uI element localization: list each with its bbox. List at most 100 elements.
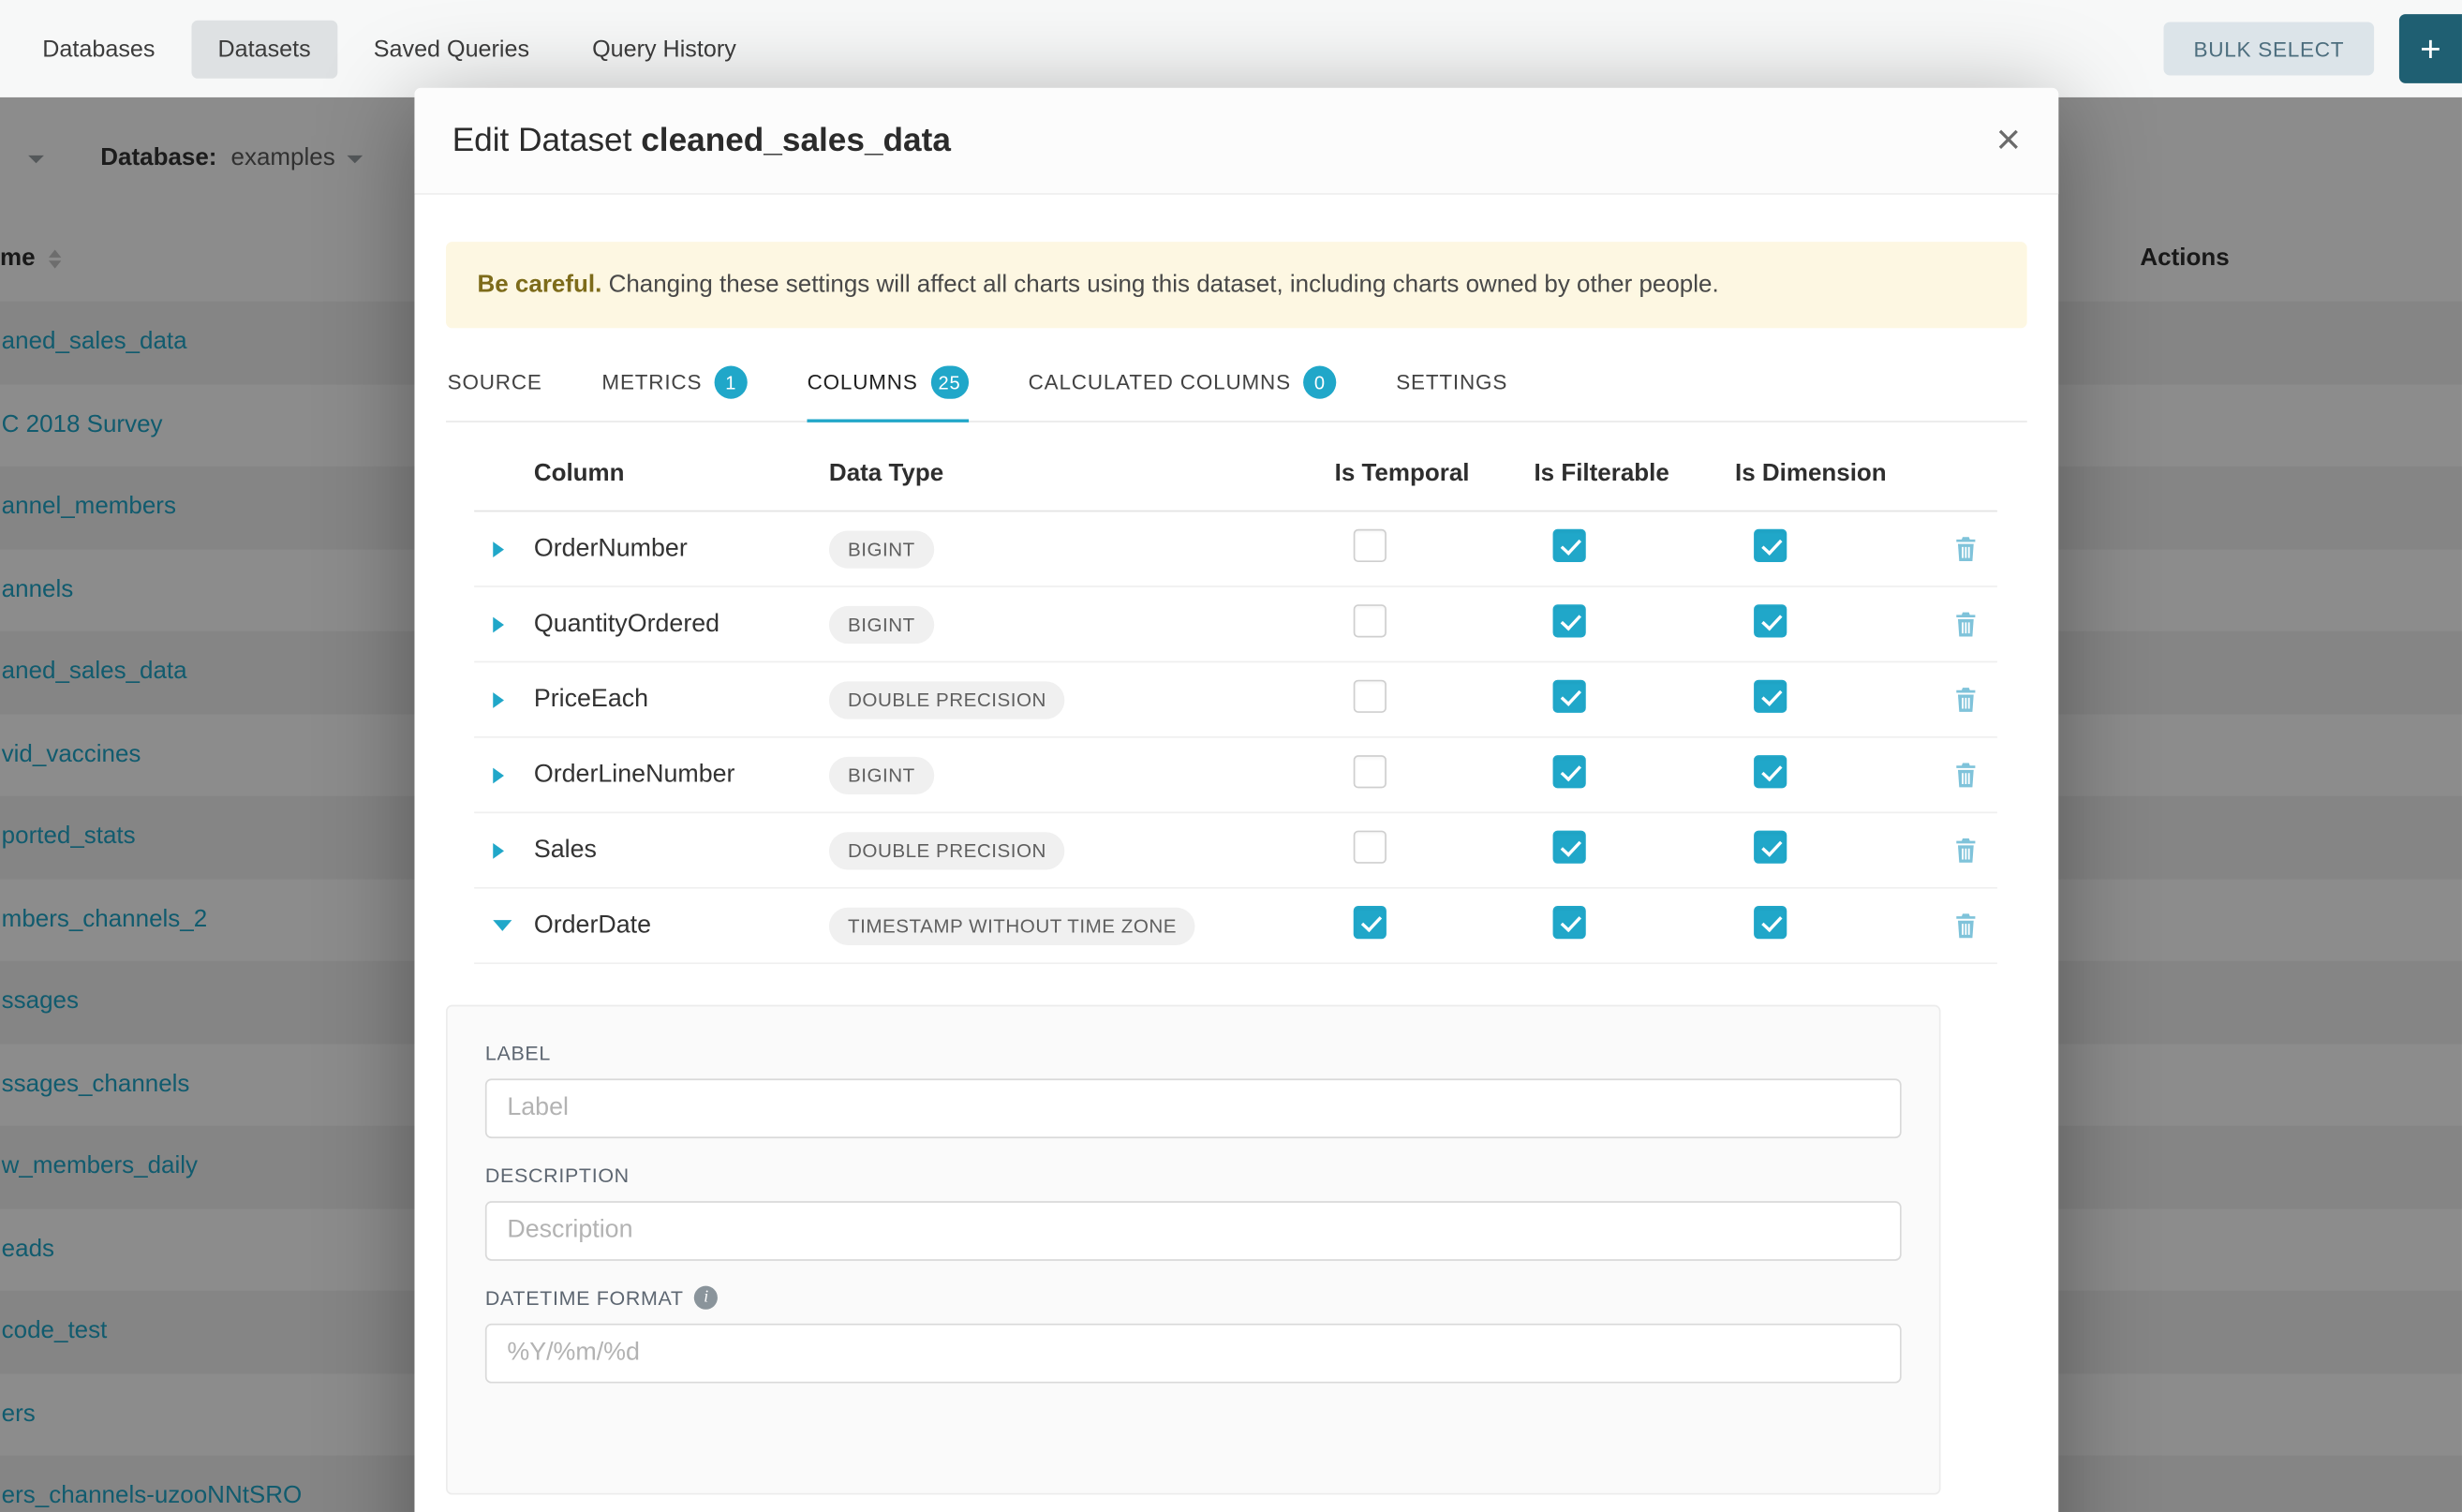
is-filterable-checkbox[interactable] [1553,679,1586,712]
column-name: OrderDate [534,912,829,940]
is-temporal-checkbox[interactable] [1354,604,1387,637]
modal-tabs: SOURCE METRICS 1 COLUMNS 25 CALCULATED C… [446,350,2027,422]
topbar: Databases Datasets Saved Queries Query H… [0,0,2462,97]
table-row: PriceEach DOUBLE PRECISION [474,663,1997,738]
table-row: Sales DOUBLE PRECISION [474,814,1997,889]
header-is-filterable: Is Filterable [1534,460,1735,488]
column-name: OrderLineNumber [534,761,829,789]
header-column: Column [534,460,829,488]
is-dimension-checkbox[interactable] [1754,679,1787,712]
data-type-pill: TIMESTAMP WITHOUT TIME ZONE [829,907,1195,944]
columns-table-header: Column Data Type Is Temporal Is Filterab… [474,460,1997,511]
is-dimension-checkbox[interactable] [1754,755,1787,788]
expand-caret-icon[interactable] [493,843,504,859]
edit-dataset-modal: Edit Dataset cleaned_sales_data × Be car… [414,88,2058,1512]
datetime-format-field-label-text: DATETIME FORMAT [485,1286,684,1310]
table-row: OrderLineNumber BIGINT [474,738,1997,813]
is-filterable-checkbox[interactable] [1553,830,1586,863]
data-type-pill: BIGINT [829,530,934,568]
is-temporal-checkbox[interactable] [1354,830,1387,863]
app-window: Databases Datasets Saved Queries Query H… [0,0,2462,1512]
column-detail-panel: LABEL DESCRIPTION DATETIME FORMAT [446,1005,1941,1495]
info-icon[interactable] [694,1286,718,1310]
tab-source-label: SOURCE [448,371,542,394]
close-icon[interactable]: × [1996,119,2021,161]
data-type-pill: DOUBLE PRECISION [829,681,1065,719]
warning-text: Changing these settings will affect all … [601,272,1718,298]
is-filterable-checkbox[interactable] [1553,906,1586,939]
collapse-caret-icon[interactable] [493,921,512,932]
is-filterable-checkbox[interactable] [1553,604,1586,637]
table-row: OrderDate TIMESTAMP WITHOUT TIME ZONE [474,889,1997,964]
delete-column-button[interactable] [1953,687,1979,713]
warning-banner: Be careful. Changing these settings will… [446,242,2027,329]
is-filterable-checkbox[interactable] [1553,528,1586,561]
tab-settings[interactable]: SETTINGS [1396,366,1507,422]
main-nav: Databases Datasets Saved Queries Query H… [16,20,764,78]
is-dimension-checkbox[interactable] [1754,604,1787,637]
is-temporal-checkbox[interactable] [1354,679,1387,712]
expand-caret-icon[interactable] [493,541,504,557]
is-temporal-checkbox[interactable] [1354,906,1387,939]
table-row: OrderNumber BIGINT [474,512,1997,587]
data-type-pill: BIGINT [829,606,934,644]
warning-bold-text: Be careful. [478,272,602,298]
table-row: QuantityOrdered BIGINT [474,587,1997,662]
header-is-dimension: Is Dimension [1735,460,1935,488]
header-data-type: Data Type [829,460,1335,488]
modal-title-prefix: Edit Dataset [452,122,632,158]
is-temporal-checkbox[interactable] [1354,755,1387,788]
data-type-pill: DOUBLE PRECISION [829,832,1065,869]
bulk-select-button[interactable]: BULK SELECT [2164,22,2374,75]
column-name: Sales [534,837,829,865]
nav-tab-query-history[interactable]: Query History [566,20,764,78]
is-dimension-checkbox[interactable] [1754,830,1787,863]
tab-columns[interactable]: COLUMNS 25 [808,366,969,422]
expand-caret-icon[interactable] [493,692,504,708]
columns-table: Column Data Type Is Temporal Is Filterab… [474,460,1997,964]
tab-columns-label: COLUMNS [808,371,918,394]
is-dimension-checkbox[interactable] [1754,906,1787,939]
nav-tab-datasets[interactable]: Datasets [191,20,337,78]
description-field-label: DESCRIPTION [485,1164,1902,1187]
tab-calculated-columns-label: CALCULATED COLUMNS [1029,371,1291,394]
expand-caret-icon[interactable] [493,616,504,632]
modal-title: Edit Dataset cleaned_sales_data [452,122,951,159]
tab-metrics[interactable]: METRICS 1 [601,366,747,422]
metrics-count-badge: 1 [715,366,748,399]
topbar-actions: BULK SELECT + [2164,14,2462,83]
tab-metrics-label: METRICS [601,371,702,394]
description-input[interactable] [485,1202,1902,1262]
column-name: OrderNumber [534,535,829,563]
delete-column-button[interactable] [1953,536,1979,562]
description-field-label-text: DESCRIPTION [485,1164,630,1187]
tab-calculated-columns[interactable]: CALCULATED COLUMNS 0 [1029,366,1337,422]
delete-column-button[interactable] [1953,762,1979,788]
header-is-temporal: Is Temporal [1335,460,1535,488]
nav-tab-databases[interactable]: Databases [16,20,182,78]
column-name: PriceEach [534,686,829,714]
label-field-label: LABEL [485,1042,1902,1065]
datetime-format-input[interactable] [485,1324,1902,1384]
datetime-format-field-label: DATETIME FORMAT [485,1286,1902,1310]
modal-body: Be careful. Changing these settings will… [414,195,2058,1495]
calculated-columns-count-badge: 0 [1303,366,1336,399]
label-input[interactable] [485,1079,1902,1139]
expand-caret-icon[interactable] [493,767,504,783]
label-field-label-text: LABEL [485,1042,551,1065]
is-dimension-checkbox[interactable] [1754,528,1787,561]
column-name: QuantityOrdered [534,611,829,639]
data-type-pill: BIGINT [829,756,934,793]
delete-column-button[interactable] [1953,838,1979,864]
tab-source[interactable]: SOURCE [448,366,542,422]
is-filterable-checkbox[interactable] [1553,755,1586,788]
modal-header: Edit Dataset cleaned_sales_data × [414,88,2058,195]
add-dataset-button[interactable]: + [2399,14,2462,83]
modal-title-dataset-name: cleaned_sales_data [641,122,951,158]
nav-tab-saved-queries[interactable]: Saved Queries [347,20,556,78]
is-temporal-checkbox[interactable] [1354,528,1387,561]
delete-column-button[interactable] [1953,912,1979,939]
delete-column-button[interactable] [1953,611,1979,637]
tab-settings-label: SETTINGS [1396,371,1507,394]
columns-count-badge: 25 [930,366,969,399]
